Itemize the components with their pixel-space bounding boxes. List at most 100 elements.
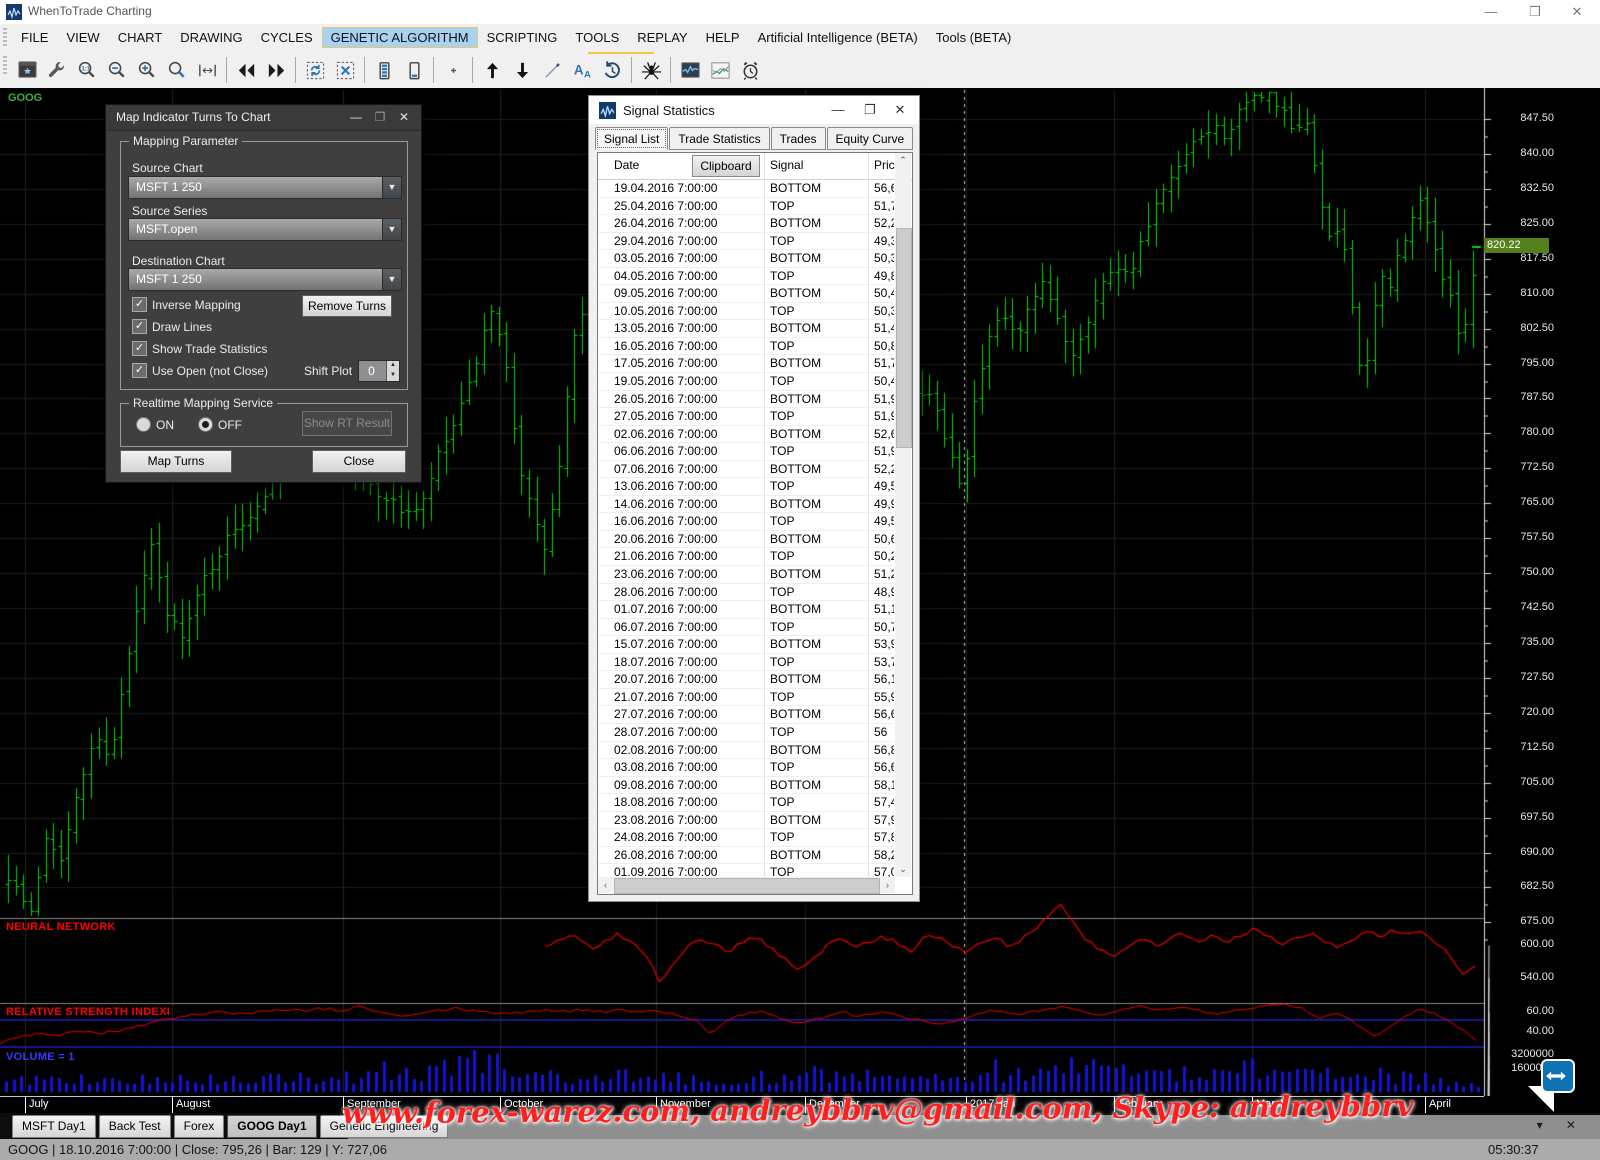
chevron-down-icon[interactable]: ▼ [382,269,401,290]
table-row[interactable]: 27.05.2016 7:00:00TOP51,92 [598,408,894,426]
bar-spacing-icon[interactable] [193,56,221,84]
menu-item-scripting[interactable]: SCRIPTING [478,27,567,48]
shift-plot-stepper[interactable]: 0 ▲▼ [358,360,400,382]
menu-item-artificial-intelligence-beta-[interactable]: Artificial Intelligence (BETA) [749,27,927,48]
close-dialog-button[interactable]: Close [312,450,406,473]
zoom-one-icon[interactable]: 1:1 [73,56,101,84]
tab-overflow-controls[interactable]: ▾ ✕ [1537,1118,1586,1132]
table-row[interactable]: 18.07.2016 7:00:00TOP53,7 [598,654,894,672]
maximize-button[interactable]: ❐ [1514,0,1556,24]
arrow-down-icon[interactable] [508,56,536,84]
menu-item-tools-beta-[interactable]: Tools (BETA) [927,27,1021,48]
battery-full-icon[interactable] [370,56,398,84]
table-row[interactable]: 21.07.2016 7:00:00TOP55,98 [598,689,894,707]
table-row[interactable]: 28.07.2016 7:00:00TOP56 [598,724,894,742]
maximize-button[interactable]: ❐ [371,109,389,125]
scroll-down-icon[interactable]: ⌄ [895,862,911,877]
skip-back-icon[interactable] [232,56,260,84]
chart-tab-goog-day1[interactable]: GOOG Day1 [227,1115,316,1138]
menu-item-drawing[interactable]: DRAWING [171,27,251,48]
signal-dialog-titlebar[interactable]: Signal Statistics — ❐ ✕ [589,96,919,124]
wrench-icon[interactable] [43,56,71,84]
table-row[interactable]: 03.05.2016 7:00:00BOTTOM50,34 [598,250,894,268]
table-row[interactable]: 04.05.2016 7:00:00TOP49,84 [598,268,894,286]
scrollbar-thumb[interactable] [614,878,880,894]
map-dialog-titlebar[interactable]: Map Indicator Turns To Chart — ❐ ✕ [106,105,421,131]
scrollbar-thumb[interactable] [896,228,912,448]
scroll-up-icon[interactable]: ⌃ [895,153,911,168]
table-row[interactable]: 16.05.2016 7:00:00TOP50,8 [598,338,894,356]
table-row[interactable]: 03.08.2016 7:00:00TOP56,68 [598,759,894,777]
table-row[interactable]: 15.07.2016 7:00:00BOTTOM53,95 [598,636,894,654]
chart-tab-genetic-engineering[interactable]: Genetic Engineering [320,1115,449,1138]
checkbox-show-trade-statistics[interactable]: ✓ [132,341,147,356]
stepper-up-icon[interactable]: ▲ [386,361,399,371]
table-row[interactable]: 21.06.2016 7:00:00TOP50,2 [598,548,894,566]
undo-clock-icon[interactable] [598,56,626,84]
source-chart-select[interactable]: MSFT 1 250 ▼ [128,176,402,199]
chart-window-icon[interactable] [13,56,41,84]
checkbox-inverse-mapping[interactable]: ✓ [132,297,147,312]
battery-empty-icon[interactable] [400,56,428,84]
table-row[interactable]: 23.06.2016 7:00:00BOTTOM51,28 [598,566,894,584]
table-row[interactable]: 01.07.2016 7:00:00BOTTOM51,13 [598,601,894,619]
table-row[interactable]: 26.05.2016 7:00:00BOTTOM51,93 [598,391,894,409]
menu-item-view[interactable]: VIEW [57,27,108,48]
stepper-down-icon[interactable]: ▼ [386,371,399,381]
menu-item-help[interactable]: HELP [697,27,749,48]
table-row[interactable]: 24.08.2016 7:00:00TOP57,8 [598,829,894,847]
destination-chart-select[interactable]: MSFT 1 250 ▼ [128,268,402,291]
table-row[interactable]: 17.05.2016 7:00:00BOTTOM51,72 [598,355,894,373]
menu-item-chart[interactable]: CHART [109,27,172,48]
font-icon[interactable]: AA [568,56,596,84]
table-row[interactable]: 14.06.2016 7:00:00BOTTOM49,9 [598,496,894,514]
close-button[interactable]: ✕ [1556,0,1598,24]
table-row[interactable]: 16.06.2016 7:00:00TOP49,52 [598,513,894,531]
table-row[interactable]: 02.08.2016 7:00:00BOTTOM56,85 [598,742,894,760]
menu-item-replay[interactable]: REPLAY [628,27,696,48]
dialog-tab-equity-curve[interactable]: Equity Curve [827,127,914,150]
chart-tab-forex[interactable]: Forex [174,1115,225,1138]
table-row[interactable]: 10.05.2016 7:00:00TOP50,33 [598,303,894,321]
table-row[interactable]: 26.08.2016 7:00:00BOTTOM58,28 [598,847,894,865]
equity-chart-icon[interactable] [706,56,734,84]
menu-item-genetic-algorithm[interactable]: GENETIC ALGORITHM [322,27,478,48]
remote-control-icon[interactable] [1541,1059,1575,1093]
pencil-icon[interactable] [538,56,566,84]
select-refresh-icon[interactable] [301,56,329,84]
zoom-lens-icon[interactable] [163,56,191,84]
zoom-in-icon[interactable] [133,56,161,84]
table-row[interactable]: 19.05.2016 7:00:00TOP50,47 [598,373,894,391]
spider-icon[interactable] [637,56,665,84]
radio-off[interactable] [198,417,213,432]
zoom-out-icon[interactable] [103,56,131,84]
alarm-clock-icon[interactable] [736,56,764,84]
chevron-down-icon[interactable]: ▼ [382,219,401,240]
table-row[interactable]: 07.06.2016 7:00:00BOTTOM52,24 [598,461,894,479]
dialog-tab-trades[interactable]: Trades [771,127,826,150]
table-row[interactable]: 19.04.2016 7:00:00BOTTOM56,63 [598,180,894,198]
indicator-panel-icon[interactable] [676,56,704,84]
table-row[interactable]: 18.08.2016 7:00:00TOP57,42 [598,794,894,812]
table-row[interactable]: 29.04.2016 7:00:00TOP49,35 [598,233,894,251]
table-row[interactable]: 26.04.2016 7:00:00BOTTOM52,26 [598,215,894,233]
minimize-button[interactable]: — [827,101,849,119]
table-row[interactable]: 20.06.2016 7:00:00BOTTOM50,64 [598,531,894,549]
close-button[interactable]: ✕ [889,101,911,119]
table-row[interactable]: 25.04.2016 7:00:00TOP51,78 [598,198,894,216]
table-row[interactable]: 28.06.2016 7:00:00TOP48,92 [598,584,894,602]
clipboard-button[interactable]: Clipboard [692,155,760,177]
table-row[interactable]: 27.07.2016 7:00:00BOTTOM56,61 [598,706,894,724]
table-row[interactable]: 06.07.2016 7:00:00TOP50,78 [598,619,894,637]
dialog-tab-signal-list[interactable]: Signal List [595,127,668,150]
table-row[interactable]: 13.06.2016 7:00:00TOP49,58 [598,478,894,496]
radio-on[interactable] [136,417,151,432]
skip-forward-icon[interactable] [262,56,290,84]
chart-tab-back-test[interactable]: Back Test [99,1115,171,1138]
checkbox-draw-lines[interactable]: ✓ [132,319,147,334]
table-row[interactable]: 09.05.2016 7:00:00BOTTOM50,49 [598,285,894,303]
chart-tab-msft-day1[interactable]: MSFT Day1 [12,1115,96,1138]
table-row[interactable]: 06.06.2016 7:00:00TOP51,99 [598,443,894,461]
select-x-icon[interactable] [331,56,359,84]
scroll-left-icon[interactable]: ‹ [598,877,613,893]
